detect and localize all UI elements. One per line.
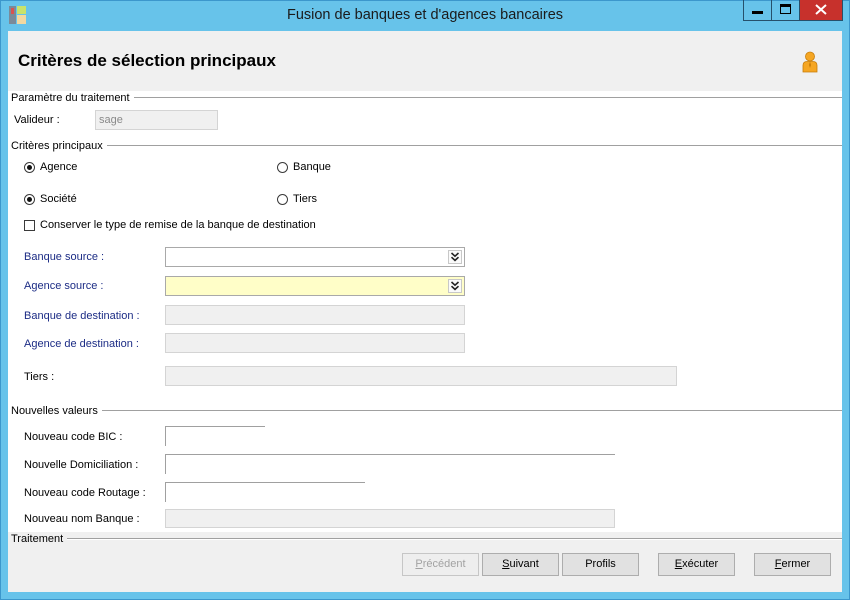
radio-agence[interactable]: Agence (24, 160, 77, 174)
checkbox[interactable] (24, 219, 35, 231)
maximize-icon (780, 4, 791, 14)
double-chevron-down-icon[interactable] (448, 279, 462, 293)
nom-banque-field[interactable] (165, 509, 615, 528)
minimize-icon (752, 11, 763, 14)
domiciliation-input[interactable] (165, 454, 615, 474)
code-routage-label: Nouveau code Routage : (24, 487, 146, 499)
app-window: Fusion de banques et d'agences bancaires… (0, 0, 850, 600)
radio-label: Agence (40, 161, 78, 173)
radio-banque[interactable]: Banque (277, 160, 331, 174)
close-button[interactable] (799, 0, 843, 21)
radio-societe[interactable]: Société (24, 192, 77, 206)
close-icon (815, 4, 827, 15)
agence-destination-field[interactable] (165, 333, 465, 353)
radio-button[interactable] (277, 161, 288, 173)
radio-label: Société (40, 193, 77, 205)
group-label: Paramètre du traitement (11, 92, 130, 104)
code-bic-label: Nouveau code BIC : (24, 431, 123, 443)
valideur-label: Valideur : (14, 114, 60, 126)
group-divider (67, 538, 842, 540)
profils-button[interactable]: Profils (562, 553, 639, 576)
radio-label: Tiers (293, 193, 318, 205)
banque-source-label: Banque source : (24, 251, 105, 263)
minimize-button[interactable] (743, 0, 772, 21)
precedent-button[interactable]: Précédent (402, 553, 479, 576)
banque-destination-field[interactable] (165, 305, 465, 325)
double-chevron-down-icon[interactable] (448, 250, 462, 264)
valideur-value: sage (99, 114, 123, 126)
group-criteres: Critères principaux (11, 139, 842, 153)
radio-button[interactable] (24, 193, 35, 205)
nom-banque-label: Nouveau nom Banque : (24, 513, 140, 525)
domiciliation-label: Nouvelle Domiciliation : (24, 459, 139, 471)
agence-source-label: Agence source : (24, 280, 104, 292)
banque-source-combo[interactable] (165, 247, 465, 267)
fermer-button[interactable]: Fermer (754, 553, 831, 576)
maximize-button[interactable] (771, 0, 800, 21)
title-bar[interactable]: Fusion de banques et d'agences bancaires (0, 0, 850, 31)
radio-button[interactable] (277, 193, 288, 205)
group-label: Traitement (11, 533, 64, 545)
group-traitement: Traitement (11, 532, 842, 546)
group-parametre: Paramètre du traitement (11, 91, 842, 105)
group-label: Nouvelles valeurs (11, 405, 98, 417)
group-nouvelles-valeurs: Nouvelles valeurs (11, 404, 842, 418)
tiers-field[interactable] (165, 366, 677, 386)
group-label: Critères principaux (11, 140, 103, 152)
code-bic-input[interactable] (165, 426, 265, 446)
checkbox-label: Conserver le type de remise de la banque… (40, 219, 316, 231)
suivant-button[interactable]: Suivant (482, 553, 559, 576)
tiers-label: Tiers : (24, 371, 55, 383)
radio-button[interactable] (24, 161, 35, 173)
group-divider (106, 145, 842, 147)
agence-source-combo[interactable] (165, 276, 465, 296)
conserver-type-remise-checkbox[interactable]: Conserver le type de remise de la banque… (24, 218, 316, 232)
valideur-field: sage (95, 110, 218, 130)
code-routage-input[interactable] (165, 482, 365, 502)
executer-button[interactable]: Exécuter (658, 553, 735, 576)
group-divider (101, 410, 842, 412)
page-title: Critères de sélection principaux (18, 51, 276, 70)
window-title: Fusion de banques et d'agences bancaires (286, 7, 564, 23)
agence-destination-label: Agence de destination : (24, 338, 139, 350)
banque-destination-label: Banque de destination : (24, 310, 140, 322)
user-icon (802, 51, 818, 73)
radio-tiers[interactable]: Tiers (277, 192, 317, 206)
group-divider (133, 97, 842, 99)
radio-label: Banque (293, 161, 331, 173)
